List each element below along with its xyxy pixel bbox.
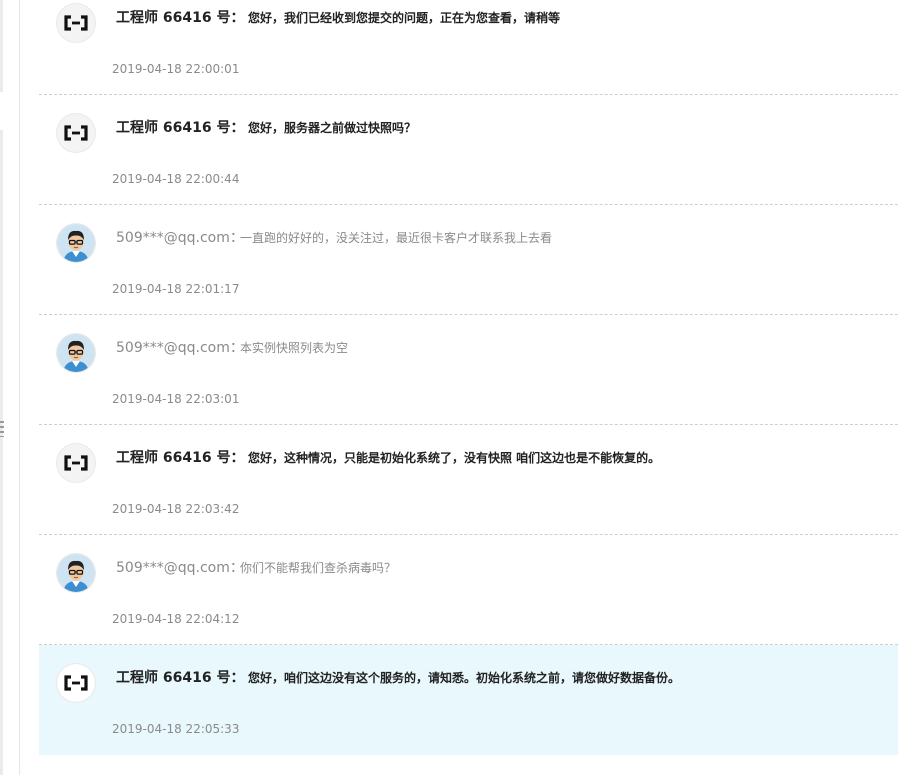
gutter-strip-bottom [0, 130, 3, 775]
aliyun-logo-icon [57, 664, 95, 702]
aliyun-logo-icon [57, 444, 95, 482]
message-sender: 工程师 66416 号： [116, 10, 245, 26]
chat-message: 509***@qq.com： 本实例快照列表为空 2019-04-18 22:0… [39, 315, 898, 425]
message-content: 您好，服务器之前做过快照吗？ [248, 121, 417, 135]
user-avatar-icon [57, 224, 95, 262]
chat-message: 工程师 66416 号： 您好，我们已经收到您提交的问题，正在为您查看，请稍等 … [39, 0, 898, 95]
message-timestamp: 2019-04-18 22:03:42 [112, 502, 240, 516]
chat-message: 509***@qq.com： 一直跑的好好的，没关注过，最近很卡客户才联系我上去… [39, 205, 898, 315]
message-content: 本实例快照列表为空 [240, 341, 349, 355]
message-sender: 工程师 66416 号： [116, 450, 245, 466]
message-sender: 509***@qq.com： [116, 560, 244, 576]
message-sender: 509***@qq.com： [116, 340, 244, 356]
chat-message: 工程师 66416 号： 您好，服务器之前做过快照吗？ 2019-04-18 2… [39, 95, 898, 205]
message-timestamp: 2019-04-18 22:03:01 [112, 392, 240, 406]
left-gutter [0, 0, 20, 775]
chat-message: 工程师 66416 号： 您好，这种情况，只能是初始化系统了，没有快照 咱们这边… [39, 425, 898, 535]
chat-message: 509***@qq.com： 你们不能帮我们查杀病毒吗？ 2019-04-18 … [39, 535, 898, 645]
chat-message-list: 工程师 66416 号： 您好，我们已经收到您提交的问题，正在为您查看，请稍等 … [39, 0, 898, 755]
message-timestamp: 2019-04-18 22:01:17 [112, 282, 240, 296]
message-content: 一直跑的好好的，没关注过，最近很卡客户才联系我上去看 [240, 231, 553, 245]
gutter-strip-top [0, 0, 3, 92]
message-content: 你们不能帮我们查杀病毒吗？ [240, 561, 397, 575]
user-avatar-icon [57, 554, 95, 592]
message-timestamp: 2019-04-18 22:05:33 [112, 722, 240, 736]
message-content: 您好，我们已经收到您提交的问题，正在为您查看，请稍等 [248, 11, 561, 25]
message-sender: 509***@qq.com： [116, 230, 244, 246]
message-timestamp: 2019-04-18 22:04:12 [112, 612, 240, 626]
message-sender: 工程师 66416 号： [116, 120, 245, 136]
aliyun-logo-icon [57, 114, 95, 152]
collapse-handle-icon[interactable] [0, 421, 4, 437]
message-content: 您好，这种情况，只能是初始化系统了，没有快照 咱们这边也是不能恢复的。 [248, 451, 661, 465]
user-avatar-icon [57, 334, 95, 372]
chat-message-latest: 工程师 66416 号： 您好，咱们这边没有这个服务的，请知悉。初始化系统之前，… [39, 645, 898, 755]
message-timestamp: 2019-04-18 22:00:01 [112, 62, 240, 76]
message-timestamp: 2019-04-18 22:00:44 [112, 172, 240, 186]
aliyun-logo-icon [57, 4, 95, 42]
message-content: 您好，咱们这边没有这个服务的，请知悉。初始化系统之前，请您做好数据备份。 [248, 671, 681, 685]
message-sender: 工程师 66416 号： [116, 670, 245, 686]
